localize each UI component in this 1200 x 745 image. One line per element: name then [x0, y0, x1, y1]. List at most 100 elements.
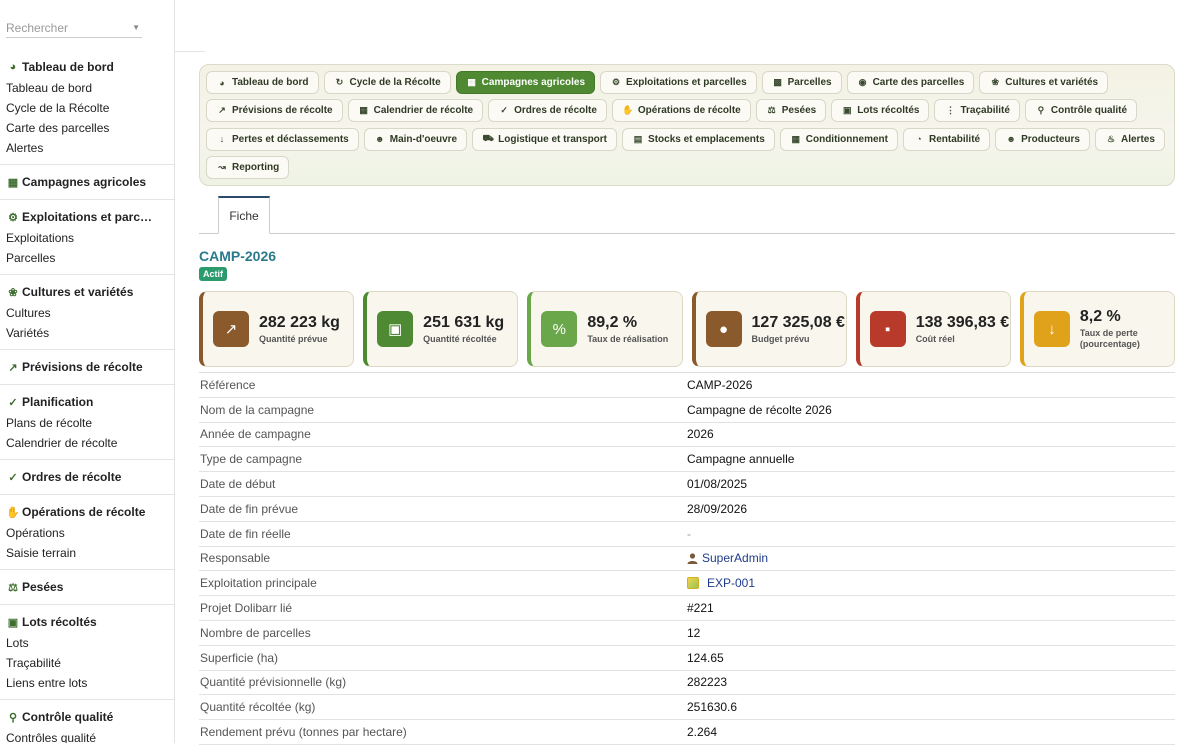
sidebar-group-title[interactable]: ◕ Tableau de bord — [6, 56, 174, 78]
menu-button[interactable]: ⚖ Pesées — [755, 99, 827, 123]
sidebar-group-label: Ordres de récolte — [22, 470, 122, 484]
menu-button[interactable]: ⚙ Exploitations et parcelles — [600, 71, 757, 94]
sidebar-item[interactable]: Tableau de bord — [6, 78, 174, 98]
sidebar-item[interactable]: Saisie terrain — [6, 543, 174, 563]
menu-button[interactable]: ↗ Prévisions de récolte — [206, 99, 343, 123]
field-value: EXP-001 — [707, 576, 756, 591]
sidebar-item[interactable]: Alertes — [6, 138, 174, 158]
field-value: #221 — [687, 601, 714, 616]
menu-button[interactable]: ▤ Stocks et emplacements — [622, 127, 775, 151]
menu-button[interactable]: ▣ Lots récoltés — [831, 99, 930, 123]
project-diagram-icon: ⋮ — [945, 105, 955, 116]
menu-button-label: Calendrier de récolte — [373, 105, 474, 117]
menu-button[interactable]: ◉ Carte des parcelles — [846, 71, 975, 94]
clipboard-check-icon: ✓ — [500, 105, 508, 116]
sidebar-group-label: Exploitations et parc… — [22, 210, 153, 224]
field-label: Type de campagne — [200, 452, 303, 467]
sidebar-item[interactable]: Liens entre lots — [6, 673, 174, 693]
sidebar-group-label: Planification — [22, 395, 94, 409]
sidebar-group-title[interactable]: ▦ Campagnes agricoles — [6, 171, 174, 193]
sidebar-group-title[interactable]: ⚙ Exploitations et parc… — [6, 206, 174, 228]
menu-button-label: Tableau de bord — [232, 77, 309, 88]
menu-button[interactable]: ↻ Cycle de la Récolte — [323, 71, 451, 94]
sidebar-item[interactable]: Opérations — [6, 523, 174, 543]
sidebar-item[interactable]: Calendrier de récolte — [6, 433, 174, 453]
field-label: Exploitation principale — [200, 576, 317, 591]
menu-button[interactable]: ✋ Opérations de récolte — [611, 99, 751, 123]
sidebar-group: ⚙ Exploitations et parc… Exploitations Parc… — [0, 200, 174, 275]
sidebar-item[interactable]: Traçabilité — [6, 653, 174, 673]
menu-button[interactable]: ❀ Cultures et variétés — [979, 71, 1109, 94]
sidebar-group: ✓ Planification Plans de récolte Calendrier… — [0, 385, 174, 460]
menu-button[interactable]: ⛟ Logistique et transport — [472, 127, 618, 151]
menu-button[interactable]: ▦ Campagnes agricoles — [455, 71, 596, 94]
menu-button[interactable]: ☻ Producteurs — [995, 127, 1090, 151]
tab-fiche[interactable]: Fiche — [218, 196, 270, 234]
bell-icon: ♨ — [1106, 133, 1116, 144]
field-value: Campagne annuelle — [687, 452, 795, 467]
sidebar-group-title[interactable]: ❀ Cultures et variétés — [6, 281, 174, 303]
menu-button[interactable]: ▦ Calendrier de récolte — [347, 99, 484, 123]
search-select[interactable]: Rechercher ▼ — [6, 18, 142, 38]
menu-button[interactable]: ✓ Ordres de récolte — [488, 99, 607, 123]
field-value: 2026 — [687, 427, 714, 442]
sidebar-group: ⚖ Pesées — [0, 570, 174, 605]
coins-icon: ● — [705, 311, 742, 347]
truck-icon: ⛟ — [482, 133, 494, 143]
pie-chart-icon: ◔ — [916, 134, 922, 144]
sidebar-item[interactable]: Lots — [6, 633, 174, 653]
menu-button-label: Contrôle qualité — [1050, 105, 1128, 117]
sidebar-item[interactable]: Cultures — [6, 303, 174, 323]
cubes-icon: ▦ — [791, 133, 800, 144]
sidebar-item[interactable]: Plans de récolte — [6, 413, 174, 433]
sidebar-group-title[interactable]: ✋ Opérations de récolte — [6, 501, 174, 523]
sidebar-group-title[interactable]: ✓ Planification — [6, 391, 174, 413]
sidebar-group-title[interactable]: ↗ Prévisions de récolte — [6, 356, 174, 378]
field-value: Campagne de récolte 2026 — [687, 402, 832, 417]
sidebar-item[interactable]: Parcelles — [6, 248, 174, 268]
chevron-down-icon[interactable]: ▼ — [132, 23, 140, 32]
sidebar-group-title[interactable]: ⚖ Pesées — [6, 576, 174, 598]
field-row: Date de fin réelle - — [199, 522, 1175, 547]
menu-button-label: Pesées — [781, 105, 817, 117]
menu-button[interactable]: ▦ Conditionnement — [779, 127, 898, 151]
sidebar-item[interactable]: Exploitations — [6, 228, 174, 248]
sidebar-group-title[interactable]: ⚲ Contrôle qualité — [6, 706, 174, 728]
user-friends-icon: ☻ — [1006, 134, 1016, 144]
menu-button[interactable]: ⋮ Traçabilité — [934, 99, 1020, 123]
menu-button[interactable]: ▩ Parcelles — [761, 71, 842, 94]
menu-button-label: Main-d'oeuvre — [389, 133, 458, 145]
menu-button[interactable]: ☻ Main-d'oeuvre — [363, 127, 468, 151]
sidebar-group-title[interactable]: ▣ Lots récoltés — [6, 611, 174, 633]
chart-line-icon: ↗ — [8, 361, 18, 374]
calendar-icon: ▦ — [359, 105, 368, 116]
menu-button-label: Lots récoltés — [857, 105, 920, 117]
chart-area-icon: ↝ — [218, 161, 226, 172]
field-label: Projet Dolibarr lié — [200, 601, 293, 616]
menu-button[interactable]: ⚲ Contrôle qualité — [1024, 99, 1138, 123]
sidebar-item[interactable]: Carte des parcelles — [6, 118, 174, 138]
boxes-icon: ▣ — [7, 616, 19, 629]
field-label: Nombre de parcelles — [200, 625, 311, 640]
sidebar-item[interactable]: Cycle de la Récolte — [6, 98, 174, 118]
menu-button[interactable]: ↓ Pertes et déclassements — [206, 127, 359, 151]
sidebar-item[interactable]: Contrôles qualité — [6, 728, 174, 743]
clipboard-check-icon: ✓ — [8, 471, 18, 484]
field-label: Quantité récoltée (kg) — [200, 700, 316, 715]
gauge-icon: ◕ — [9, 61, 17, 73]
field-label: Date de fin réelle — [200, 526, 291, 541]
menu-button-label: Alertes — [1121, 133, 1155, 145]
menu-button[interactable]: ♨ Alertes — [1095, 127, 1165, 151]
menu-button[interactable]: ◔ Rentabilité — [902, 127, 991, 151]
field-value: 124.65 — [687, 650, 724, 665]
scale-icon: ⚖ — [8, 581, 18, 594]
sidebar-item[interactable]: Variétés — [6, 323, 174, 343]
menu-button-label: Rentabilité — [928, 133, 981, 145]
microscope-icon: ⚲ — [8, 711, 18, 724]
menu-button[interactable]: ◕ Tableau de bord — [206, 71, 319, 94]
field-row: Rendement prévu (tonnes par hectare) 2.26… — [199, 720, 1175, 745]
clipboard-check-icon: ✓ — [8, 396, 18, 409]
menu-button[interactable]: ↝ Reporting — [206, 155, 290, 179]
sidebar-group-title[interactable]: ✓ Ordres de récolte — [6, 466, 174, 488]
kpi-label: Taux de réalisation — [587, 333, 669, 344]
